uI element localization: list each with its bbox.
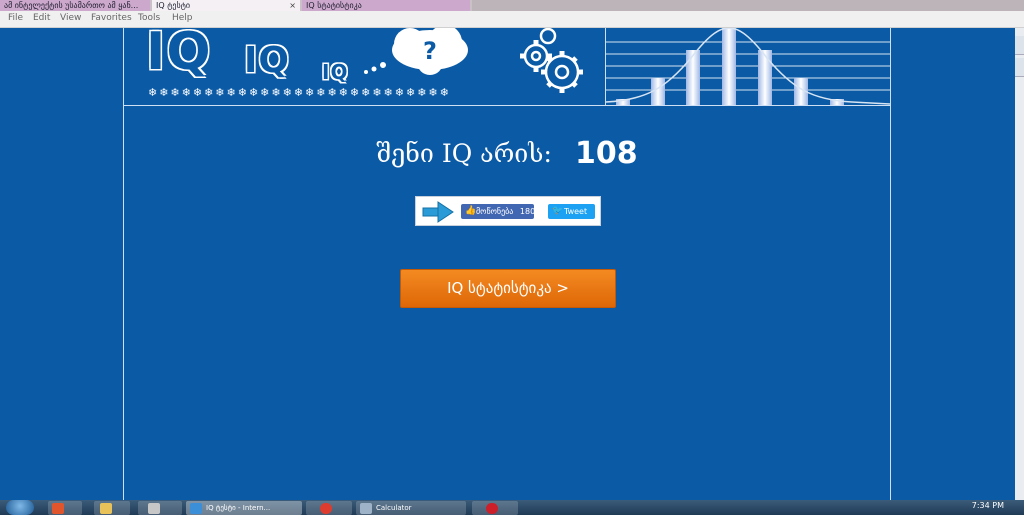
browser-tab[interactable]: ამ ინტელექტის უსამართო ამ ყან... [0, 0, 150, 11]
share-box: 👍 მოწონება 180 🐦 Tweet [415, 196, 601, 226]
taskbar-item[interactable] [306, 501, 352, 515]
logo-iq-small: IQ [322, 60, 349, 84]
logo-iq-large: IQ [146, 22, 212, 82]
twitter-bird-icon: 🐦 [552, 206, 564, 216]
tab-close-icon[interactable]: × [289, 0, 296, 11]
tab-label: IQ სტატისტიკა [306, 1, 362, 10]
iq-result-label: შენი IQ არის: [376, 139, 552, 168]
tab-bar-background [472, 0, 1024, 11]
chrome-icon [320, 503, 332, 514]
tweet-button[interactable]: 🐦 Tweet [548, 204, 595, 219]
bell-curve-chart-icon [606, 28, 890, 105]
like-label: მოწონება [476, 207, 514, 216]
taskbar: IQ ტესტი - Intern... Calculator 7:34 PM [0, 500, 1024, 515]
page-content: IQ IQ IQ ? ❄❄❄❄❄❄❄❄❄❄❄❄❄❄❄❄❄❄❄❄❄❄❄❄❄❄❄ შ… [123, 22, 891, 500]
system-clock: 7:34 PM [971, 501, 1004, 510]
facebook-like-button[interactable]: 👍 მოწონება 180 [461, 204, 536, 219]
internet-explorer-icon [190, 503, 202, 514]
scrollbar-thumb[interactable] [1015, 58, 1024, 77]
scrollbar-up-button[interactable] [1015, 36, 1024, 55]
scrollbar-track[interactable] [1015, 28, 1024, 500]
logo-iq-medium: IQ [244, 40, 290, 81]
browser-tab-active[interactable]: IQ ტესტი × [152, 0, 300, 11]
taskbar-item[interactable] [48, 501, 82, 515]
taskbar-item[interactable] [138, 501, 182, 515]
browser-tab[interactable]: IQ სტატისტიკა [302, 0, 470, 11]
iq-statistics-button[interactable]: IQ სტატისტიკა > [400, 269, 616, 308]
menu-favorites[interactable]: Favorites [91, 13, 132, 23]
tweet-label: Tweet [564, 207, 588, 216]
like-count: 180 [519, 207, 536, 216]
decorative-snowflake-row: ❄❄❄❄❄❄❄❄❄❄❄❄❄❄❄❄❄❄❄❄❄❄❄❄❄❄❄ [148, 86, 451, 99]
start-button[interactable] [6, 500, 34, 515]
taskbar-item[interactable]: Calculator [356, 501, 466, 515]
thumbs-up-icon: 👍 [465, 206, 477, 216]
opera-icon [486, 503, 498, 514]
cloud-question-mark: ? [423, 37, 437, 65]
taskbar-item[interactable] [94, 501, 130, 515]
media-player-icon [52, 503, 64, 514]
thought-cloud-icon: ? [364, 28, 468, 75]
taskbar-item[interactable] [472, 501, 518, 515]
taskbar-item-active[interactable]: IQ ტესტი - Intern... [186, 501, 302, 515]
menu-view[interactable]: View [60, 13, 81, 23]
tab-label: ამ ინტელექტის უსამართო ამ ყან... [4, 1, 139, 10]
iq-score: 108 [574, 136, 638, 171]
calculator-icon [360, 503, 372, 514]
menu-file[interactable]: File [8, 13, 23, 23]
tab-label: IQ ტესტი [156, 1, 191, 10]
browser-tab-bar: ამ ინტელექტის უსამართო ამ ყან... IQ ტესტ… [0, 0, 1024, 11]
gears-icon [520, 28, 583, 93]
iq-result: შენი IQ არის: 108 [124, 136, 890, 171]
arrow-right-icon [422, 201, 454, 223]
menu-edit[interactable]: Edit [33, 13, 50, 23]
folder-icon [100, 503, 112, 514]
app-icon [148, 503, 160, 514]
site-banner: IQ IQ IQ ? ❄❄❄❄❄❄❄❄❄❄❄❄❄❄❄❄❄❄❄❄❄❄❄❄❄❄❄ [124, 22, 890, 106]
